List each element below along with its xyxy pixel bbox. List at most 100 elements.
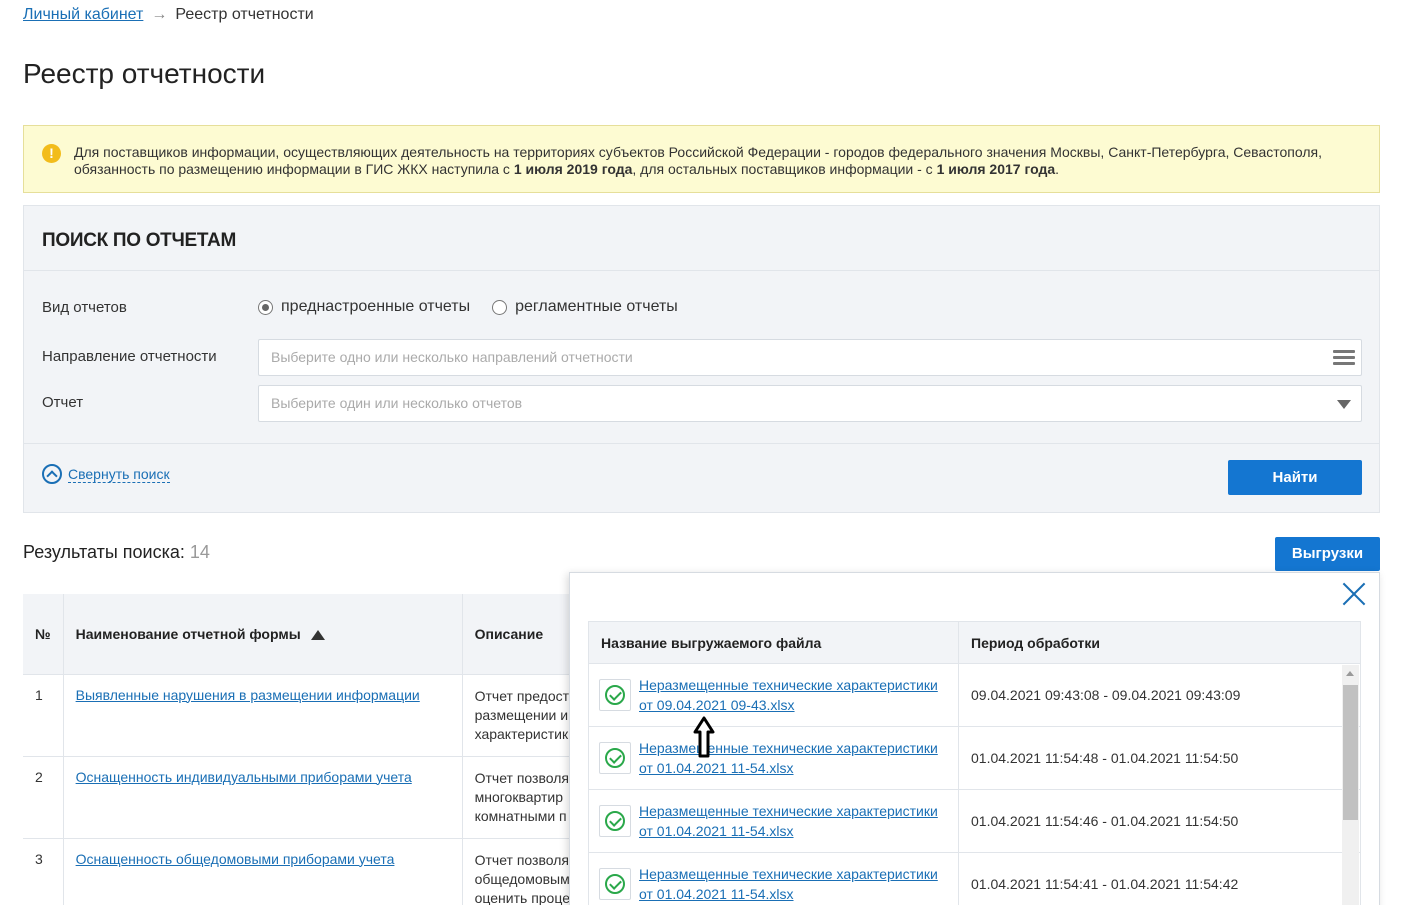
row-num: 2 — [23, 755, 64, 838]
exports-popup: Название выгружаемого файла Период обраб… — [569, 572, 1380, 905]
breadcrumb-separator: → — [151, 6, 168, 23]
sort-asc-icon[interactable] — [310, 630, 325, 641]
file-cell: Неразмещенные технические характеристики… — [588, 852, 959, 905]
col-num-header: № — [23, 594, 64, 674]
table-row: 1 Выявленные нарушения в размещении инфо… — [23, 673, 584, 756]
results-label: Результаты поиска: — [23, 542, 185, 562]
chevron-up-icon[interactable] — [42, 464, 62, 484]
file-name-line[interactable]: от 01.04.2021 11-54.xlsx — [639, 886, 794, 902]
row-desc: Отчет предост размещении и характеристик — [462, 673, 584, 756]
desc-line: комнатными п — [474, 807, 567, 824]
file-name-line[interactable]: Неразмещенные технические характеристики — [639, 866, 938, 882]
check-circle-icon — [599, 805, 631, 837]
notice-bold-2: 1 июля 2017 года — [936, 161, 1056, 177]
panel-divider — [24, 443, 1379, 444]
find-button[interactable]: Найти — [1228, 460, 1362, 495]
exports-table: Название выгружаемого файла Период обраб… — [588, 621, 1361, 905]
report-select[interactable]: Выберите один или несколько отчетов — [258, 385, 1362, 422]
period-cell: 01.04.2021 11:54:41 - 01.04.2021 11:54:4… — [958, 852, 1361, 905]
table-header-row: № Наименование отчетной формы Описание — [23, 594, 584, 674]
check-circle-icon — [599, 868, 631, 900]
list-menu-icon[interactable] — [1333, 350, 1355, 368]
table-row: 3 Оснащенность общедомовыми приборами уч… — [23, 837, 584, 905]
chevron-down-icon[interactable] — [1337, 400, 1351, 409]
file-name-line[interactable]: Неразмещенные технические характеристики — [639, 803, 938, 819]
breadcrumb-home-link[interactable]: Личный кабинет — [23, 6, 143, 23]
col-file-header: Название выгружаемого файла — [588, 621, 959, 664]
report-label: Отчет — [42, 394, 84, 411]
results-count: 14 — [189, 542, 210, 562]
file-name-line[interactable]: от 09.04.2021 09-43.xlsx — [639, 697, 795, 713]
radio-regulated-label: регламентные отчеты — [515, 298, 678, 315]
desc-line: оценить проце — [474, 889, 570, 905]
exports-row: Неразмещенные технические характеристики… — [588, 789, 1361, 853]
annotation-arrow-icon — [693, 716, 715, 758]
file-name-line[interactable]: Неразмещенные технические характеристики — [639, 740, 938, 756]
results-title: Результаты поиска: 14 — [23, 542, 210, 563]
collapse-search-link[interactable]: Свернуть поиск — [42, 464, 170, 484]
file-download-link[interactable]: Неразмещенные технические характеристики… — [639, 801, 938, 841]
col-desc-header: Описание — [462, 594, 584, 674]
period-cell: 09.04.2021 09:43:08 - 09.04.2021 09:43:0… — [958, 663, 1361, 727]
report-link[interactable]: Оснащенность общедомовыми приборами учет… — [76, 851, 395, 867]
desc-line: характеристик — [474, 725, 569, 742]
report-link[interactable]: Оснащенность индивидуальными приборами у… — [76, 769, 412, 785]
close-icon[interactable] — [1341, 581, 1367, 607]
row-name-cell: Выявленные нарушения в размещении информ… — [63, 673, 463, 756]
file-cell: Неразмещенные технические характеристики… — [588, 726, 959, 790]
scroll-up-icon[interactable] — [1346, 671, 1354, 676]
row-num: 1 — [23, 673, 64, 756]
report-type-label: Вид отчетов — [42, 299, 127, 316]
report-type-radio-group: преднастроенные отчеты регламентные отче… — [258, 298, 678, 316]
notice-text-3: . — [1055, 161, 1060, 177]
period-cell: 01.04.2021 11:54:46 - 01.04.2021 11:54:5… — [958, 789, 1361, 853]
col-name-header[interactable]: Наименование отчетной формы — [63, 594, 463, 674]
file-cell: Неразмещенные технические характеристики… — [588, 789, 959, 853]
file-name-line[interactable]: от 01.04.2021 11-54.xlsx — [639, 760, 794, 776]
radio-regulated-reports[interactable]: регламентные отчеты — [492, 298, 678, 316]
file-name-line[interactable]: от 01.04.2021 11-54.xlsx — [639, 823, 794, 839]
report-placeholder: Выберите один или несколько отчетов — [271, 395, 523, 411]
file-cell: Неразмещенные технические характеристики… — [588, 663, 959, 727]
file-download-link[interactable]: Неразмещенные технические характеристики… — [639, 738, 938, 778]
collapse-search-label[interactable]: Свернуть поиск — [68, 466, 170, 483]
breadcrumb: Личный кабинет → Реестр отчетности — [23, 6, 314, 24]
radio-preset-label: преднастроенные отчеты — [281, 298, 471, 315]
exports-button[interactable]: Выгрузки — [1275, 537, 1380, 571]
page-title: Реестр отчетности — [23, 58, 266, 89]
check-circle-icon — [599, 742, 631, 774]
exports-header-row: Название выгружаемого файла Период обраб… — [588, 621, 1361, 664]
check-circle-icon — [599, 679, 631, 711]
radio-preset-dot[interactable] — [258, 299, 273, 315]
results-table: № Наименование отчетной формы Описание 1… — [23, 594, 584, 905]
row-name-cell: Оснащенность общедомовыми приборами учет… — [63, 837, 463, 905]
direction-label: Направление отчетности — [42, 348, 217, 365]
exports-scrollbar[interactable] — [1342, 665, 1359, 905]
file-download-link[interactable]: Неразмещенные технические характеристики… — [639, 675, 938, 715]
col-name-label[interactable]: Наименование отчетной формы — [76, 626, 301, 642]
file-download-link[interactable]: Неразмещенные технические характеристики… — [639, 864, 938, 904]
row-name-cell: Оснащенность индивидуальными приборами у… — [63, 755, 463, 838]
notice-text-2: , для остальных поставщиков информации -… — [632, 161, 937, 177]
notice-banner: ! Для поставщиков информации, осуществля… — [23, 125, 1380, 193]
scrollbar-thumb[interactable] — [1343, 685, 1358, 820]
direction-select[interactable]: Выберите одно или несколько направлений … — [258, 339, 1362, 376]
report-link[interactable]: Выявленные нарушения в размещении информ… — [76, 687, 420, 703]
desc-line: Отчет позволя — [474, 851, 569, 868]
search-panel: ПОИСК ПО ОТЧЕТАМ Вид отчетов преднастрое… — [23, 205, 1380, 513]
radio-preset-reports[interactable]: преднастроенные отчеты — [258, 298, 470, 316]
desc-line: размещении и — [474, 706, 569, 723]
desc-line: Отчет предост — [474, 687, 570, 704]
row-desc: Отчет позволя общедомовым оценить проце — [462, 837, 584, 905]
period-cell: 01.04.2021 11:54:48 - 01.04.2021 11:54:5… — [958, 726, 1361, 790]
table-row: 2 Оснащенность индивидуальными приборами… — [23, 755, 584, 838]
desc-line: Отчет позволя — [474, 769, 569, 786]
direction-placeholder: Выберите одно или несколько направлений … — [271, 349, 633, 365]
file-name-line[interactable]: Неразмещенные технические характеристики — [639, 677, 938, 693]
notice-bold-1: 1 июля 2019 года — [513, 161, 633, 177]
exports-row: Неразмещенные технические характеристики… — [588, 852, 1361, 905]
row-num: 3 — [23, 837, 64, 905]
panel-divider — [24, 270, 1379, 271]
radio-regulated-dot[interactable] — [492, 299, 508, 315]
col-period-header: Период обработки — [958, 621, 1361, 664]
